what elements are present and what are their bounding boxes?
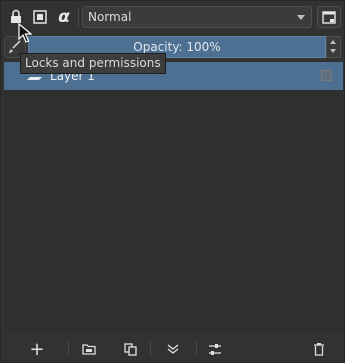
duplicate-icon	[123, 342, 137, 356]
layer-list[interactable]: Layer 1	[4, 61, 343, 333]
tooltip: Locks and permissions	[20, 53, 166, 74]
layer-properties-button[interactable]	[202, 337, 228, 361]
tooltip-text: Locks and permissions	[25, 56, 161, 70]
chevron-up-icon[interactable]	[330, 40, 336, 44]
alpha-lock-button[interactable]: α	[54, 6, 74, 28]
sliders-icon	[209, 343, 221, 355]
chevron-down-icon[interactable]	[330, 49, 336, 53]
double-chevron-down-icon	[167, 344, 179, 354]
add-layer-button[interactable]: +	[18, 337, 56, 361]
opacity-spinner[interactable]	[326, 36, 341, 58]
move-layer-down-button[interactable]	[160, 337, 186, 361]
blend-mode-value: Normal	[88, 10, 132, 24]
chevron-down-icon	[297, 15, 305, 20]
folder-icon	[82, 344, 96, 355]
toolbar-divider	[78, 7, 79, 27]
delete-layer-button[interactable]	[306, 337, 332, 361]
layer-visibility-checkbox[interactable]	[321, 70, 332, 81]
trash-icon	[314, 343, 324, 356]
bottom-divider	[196, 342, 197, 356]
add-group-button[interactable]	[76, 337, 102, 361]
duplicate-layer-button[interactable]	[117, 337, 143, 361]
inherit-alpha-button[interactable]	[30, 6, 50, 28]
opacity-label: Opacity: 100%	[133, 40, 221, 54]
bottom-divider	[150, 342, 151, 356]
layer-actions-bar: +	[4, 337, 343, 361]
plus-icon: +	[29, 338, 45, 360]
selection-square-icon	[33, 10, 47, 24]
bottom-divider	[68, 342, 69, 356]
alpha-icon: α	[58, 7, 70, 27]
blend-mode-select[interactable]: Normal	[82, 6, 312, 28]
mouse-cursor-icon	[18, 23, 32, 43]
layers-docker: α Normal Opacity: 100% Layer 1 Locks and…	[0, 0, 345, 363]
window-icon	[322, 10, 336, 24]
docker-options-button[interactable]	[317, 6, 341, 28]
